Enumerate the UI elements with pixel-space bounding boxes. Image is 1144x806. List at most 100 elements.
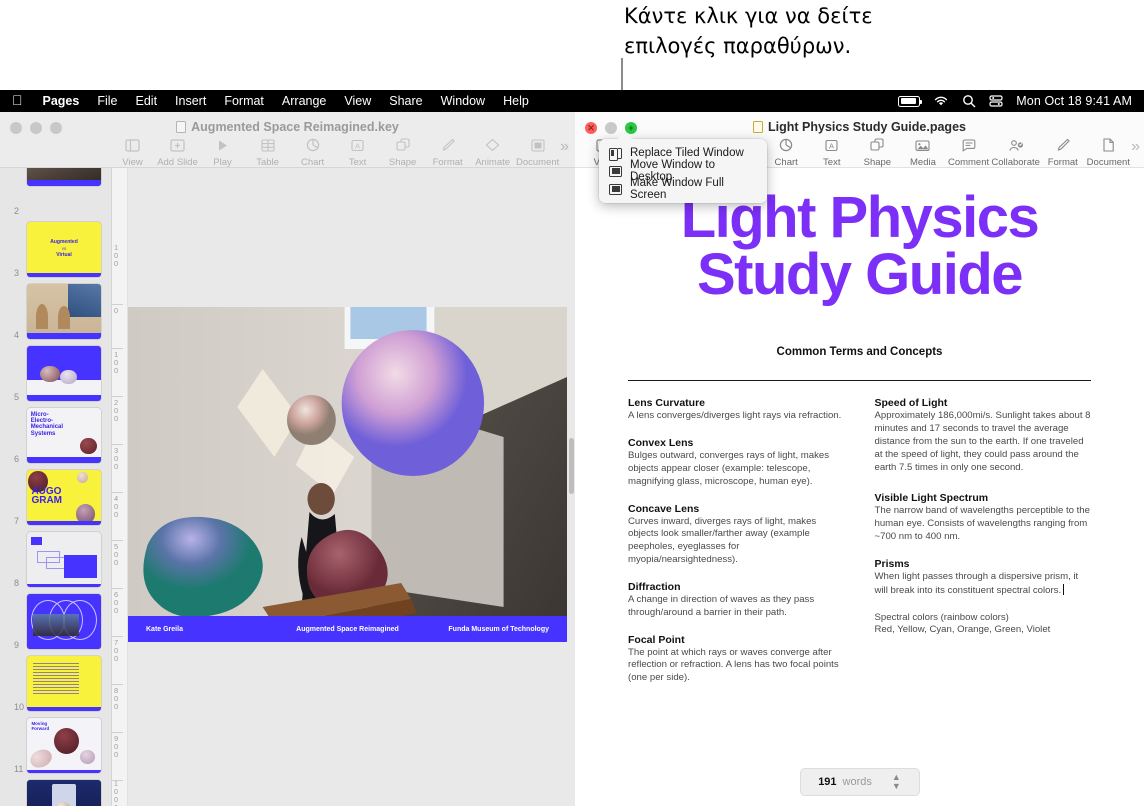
- menu-item-share[interactable]: Share: [380, 94, 431, 108]
- slide-thumbnail-6[interactable]: 6 Micro- Electro- Mechanical Systems: [0, 404, 111, 466]
- slide-thumbnail-7[interactable]: 7 AUGO GRAM: [0, 466, 111, 528]
- slide-thumbnail-9[interactable]: 9: [0, 590, 111, 652]
- footnote-line-2: Red, Yellow, Cyan, Orange, Green, Violet: [874, 624, 1051, 636]
- slide-thumbnail-5[interactable]: 5: [0, 342, 111, 404]
- keynote-toolbar-animate[interactable]: Animate: [470, 136, 515, 168]
- term-heading: Prisms: [874, 557, 910, 570]
- pages-toolbar-shape[interactable]: Shape: [855, 136, 901, 168]
- menu-item-insert[interactable]: Insert: [166, 94, 215, 108]
- view-icon: [125, 136, 140, 154]
- pages-toolbar-collaborate[interactable]: Collaborate: [991, 136, 1040, 168]
- pages-toolbar-shape-label: Shape: [863, 157, 892, 168]
- term-speed-of-light: Speed of Light Approximately 186,000mi/s…: [875, 397, 1092, 474]
- spectral-colors-note: Spectral colors (rainbow colors) Red, Ye…: [875, 612, 1092, 638]
- keynote-toolbar-text[interactable]: A Text: [335, 136, 380, 168]
- pages-toolbar-format[interactable]: Format: [1040, 136, 1086, 168]
- slide-thumbnail-2[interactable]: 2: [0, 168, 111, 218]
- text-icon: A: [825, 136, 838, 154]
- search-icon[interactable]: [962, 94, 976, 108]
- menu-item-help[interactable]: Help: [494, 94, 538, 108]
- keynote-toolbar-overflow-icon[interactable]: »: [560, 136, 569, 156]
- keynote-slide-canvas[interactable]: Kate Greila Augmented Space Reimagined F…: [128, 168, 575, 806]
- ruler-label: 500: [114, 542, 119, 567]
- pages-toolbar-overflow-icon[interactable]: »: [1131, 136, 1140, 156]
- table-icon: [260, 136, 275, 154]
- pages-toolbar-document[interactable]: Document: [1086, 136, 1132, 168]
- keynote-toolbar-view-label: View: [122, 157, 143, 168]
- keynote-toolbar-document[interactable]: Document: [515, 136, 560, 168]
- pages-toolbar-chart[interactable]: Chart: [763, 136, 809, 168]
- keynote-toolbar-add-slide[interactable]: Add Slide: [155, 136, 200, 168]
- keynote-vertical-scrollbar[interactable]: [569, 438, 574, 494]
- pages-toolbar-comment[interactable]: Comment: [946, 136, 992, 168]
- slide-number: 10: [14, 702, 25, 712]
- stepper-icon[interactable]: ▲ ▼: [892, 773, 901, 791]
- slide-thumbnail-8[interactable]: 8: [0, 528, 111, 590]
- keynote-toolbar-chart[interactable]: Chart: [290, 136, 335, 168]
- menu-item-window[interactable]: Window: [432, 94, 494, 108]
- apple-icon[interactable]: : [0, 93, 34, 107]
- keynote-toolbar-animate-label: Animate: [475, 157, 511, 168]
- keynote-toolbar-format[interactable]: Format: [425, 136, 470, 168]
- animate-icon: [485, 136, 500, 154]
- document-right-column: Speed of Light Approximately 186,000mi/s…: [875, 397, 1092, 699]
- term-heading: Diffraction: [628, 580, 681, 593]
- pages-document-area[interactable]: Light Physics Study Guide Common Terms a…: [575, 168, 1144, 806]
- thumb6-line3: Mechanical: [30, 424, 64, 431]
- slide-thumbnail-12[interactable]: 12: [0, 776, 111, 806]
- battery-icon[interactable]: [898, 95, 923, 107]
- menubar-clock[interactable]: Mon Oct 18 9:41 AM: [1016, 94, 1132, 108]
- menu-item-file[interactable]: File: [88, 94, 126, 108]
- thumb3-line3: Virtual: [56, 252, 72, 259]
- slide-number: 4: [14, 330, 20, 340]
- term-body: The narrow band of wavelengths perceptib…: [874, 505, 1090, 543]
- pages-toolbar-chart-label: Chart: [774, 157, 798, 168]
- term-heading: Lens Curvature: [628, 397, 706, 410]
- term-body: Bulges outward, converges rays of light,…: [628, 450, 830, 487]
- slide-number: 3: [14, 268, 20, 278]
- menu-item-edit[interactable]: Edit: [127, 94, 167, 108]
- slide-thumbnail-10[interactable]: 10: [0, 652, 111, 714]
- document-subtitle: Common Terms and Concepts: [776, 345, 943, 358]
- slide-photo: [128, 307, 567, 642]
- slide-thumbnail-3[interactable]: 3 Augmented VS Virtual: [0, 218, 111, 280]
- menu-item-format[interactable]: Format: [215, 94, 273, 108]
- keynote-slide-navigator[interactable]: 2 3 Augmented VS Virtual 4 5 6 Micro- El…: [0, 168, 112, 806]
- menu-item-arrange[interactable]: Arrange: [273, 94, 335, 108]
- svg-text:A: A: [355, 141, 360, 150]
- term-body-text: When light passes through a dispersive p…: [874, 570, 1079, 596]
- pages-toolbar-media[interactable]: Media: [900, 136, 946, 168]
- keynote-toolbar-table[interactable]: Table: [245, 136, 290, 168]
- control-center-icon[interactable]: [989, 94, 1003, 108]
- keynote-toolbar-play[interactable]: Play: [200, 136, 245, 168]
- menu-item-make-window-full-screen[interactable]: Make Window Full Screen: [599, 177, 767, 201]
- slide-thumbnail-4[interactable]: 4: [0, 280, 111, 342]
- current-slide[interactable]: Kate Greila Augmented Space Reimagined F…: [128, 307, 567, 642]
- menu-item-view[interactable]: View: [335, 94, 380, 108]
- pages-window[interactable]: ✕ + Light Physics Study Guide.pages View…: [575, 112, 1144, 806]
- slide-thumbnail-11[interactable]: 11 Moving Forward: [0, 714, 111, 776]
- screenshot-root: Κάντε κλικ για να δείτε επιλογές παραθύρ…: [0, 0, 1144, 806]
- keynote-toolbar-shape[interactable]: Shape: [380, 136, 425, 168]
- word-count-badge[interactable]: 191 words ▲ ▼: [799, 768, 920, 796]
- pages-toolbar-document-label: Document: [1086, 157, 1130, 168]
- document-icon: [531, 136, 545, 154]
- keynote-filename: Augmented Space Reimagined.key: [191, 120, 399, 134]
- wifi-icon[interactable]: [933, 95, 949, 107]
- thumb11-line2: Forward: [31, 726, 50, 732]
- thumb6-line4: Systems: [30, 430, 56, 437]
- pages-toolbar-text[interactable]: A Text: [809, 136, 855, 168]
- keynote-toolbar-view[interactable]: View: [110, 136, 155, 168]
- keynote-window[interactable]: Augmented Space Reimagined.key View Add …: [0, 112, 575, 806]
- pages-toolbar-media-label: Media: [910, 157, 936, 168]
- term-heading: Concave Lens: [628, 502, 700, 515]
- keynote-toolbar-format-label: Format: [432, 157, 463, 168]
- word-count-label: words: [842, 776, 872, 788]
- keynote-vertical-ruler: 100 0 100 200 300 400 500 600 700 800 9 …: [112, 168, 128, 806]
- term-body: Approximately 186,000mi/s. Sunlight take…: [874, 410, 1091, 473]
- keynote-toolbar[interactable]: View Add Slide Play Table Chart A Text S…: [110, 136, 569, 168]
- menu-item-pages[interactable]: Pages: [34, 94, 89, 108]
- shape-icon: [870, 136, 884, 154]
- pages-toolbar-comment-label: Comment: [947, 157, 990, 168]
- window-options-popup-menu[interactable]: Replace Tiled Window Move Window to Desk…: [599, 132, 767, 203]
